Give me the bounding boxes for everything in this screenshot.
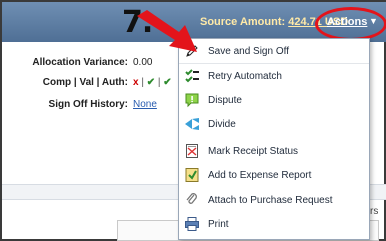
status-separator: | [141, 77, 144, 88]
menu-item-add-to-expense-report[interactable]: Add to Expense Report [179, 163, 369, 187]
paperclip-icon [184, 192, 200, 208]
menu-item-label: Mark Receipt Status [208, 145, 299, 157]
background-partial-text: rs [370, 206, 379, 217]
menu-item-label: Retry Automatch [208, 70, 282, 82]
menu-item-mark-receipt-status[interactable]: Mark Receipt Status [179, 139, 369, 163]
sign-off-history-label: Sign Off History: [48, 99, 128, 110]
menu-item-label: Print [208, 218, 229, 230]
menu-item-label: Attach to Purchase Request [208, 194, 333, 206]
menu-item-retry-automatch[interactable]: Retry Automatch [179, 64, 369, 88]
actions-highlight-circle [315, 7, 386, 41]
receipt-icon [184, 143, 200, 159]
status-separator: | [157, 77, 161, 88]
comp-val-auth-label: Comp | Val | Auth: [42, 77, 128, 88]
source-amount-label: Source Amount: [200, 16, 289, 28]
details-panel: Allocation Variance: 0.00 Comp | Val | A… [2, 42, 182, 182]
menu-item-divide[interactable]: Divide [179, 112, 369, 136]
comp-status-x-icon: x [133, 77, 139, 88]
expense-report-icon [184, 167, 200, 183]
divide-icon [184, 116, 200, 132]
allocation-variance-value: 0.00 [133, 57, 153, 68]
allocation-variance-label: Allocation Variance: [32, 57, 128, 68]
val-status-check-icon: ✔ [146, 77, 156, 88]
comp-val-auth-status: x | ✔ | ✔ [133, 77, 172, 88]
retry-automatch-icon [184, 68, 200, 84]
menu-item-label: Divide [208, 118, 236, 130]
annotation-arrow-icon [137, 10, 197, 52]
menu-item-label: Save and Sign Off [208, 45, 289, 57]
printer-icon [184, 216, 200, 232]
sign-off-history-link[interactable]: None [133, 99, 157, 110]
menu-item-save-and-sign-off[interactable]: Save and Sign Off [179, 39, 369, 63]
menu-item-attach-to-purchase-request[interactable]: Attach to Purchase Request [179, 188, 369, 212]
dispute-icon [184, 92, 200, 108]
menu-item-print[interactable]: Print [179, 212, 369, 236]
auth-status-check-icon: ✔ [163, 77, 172, 88]
menu-item-dispute[interactable]: Dispute [179, 88, 369, 112]
menu-item-label: Add to Expense Report [208, 169, 312, 181]
menu-item-label: Dispute [208, 94, 242, 106]
screenshot-frame: Source Amount: 424.71 USD Actions ▼ 7. A… [0, 0, 386, 241]
actions-dropdown-menu: Save and Sign Off Retry Automatch Disput… [178, 38, 370, 240]
